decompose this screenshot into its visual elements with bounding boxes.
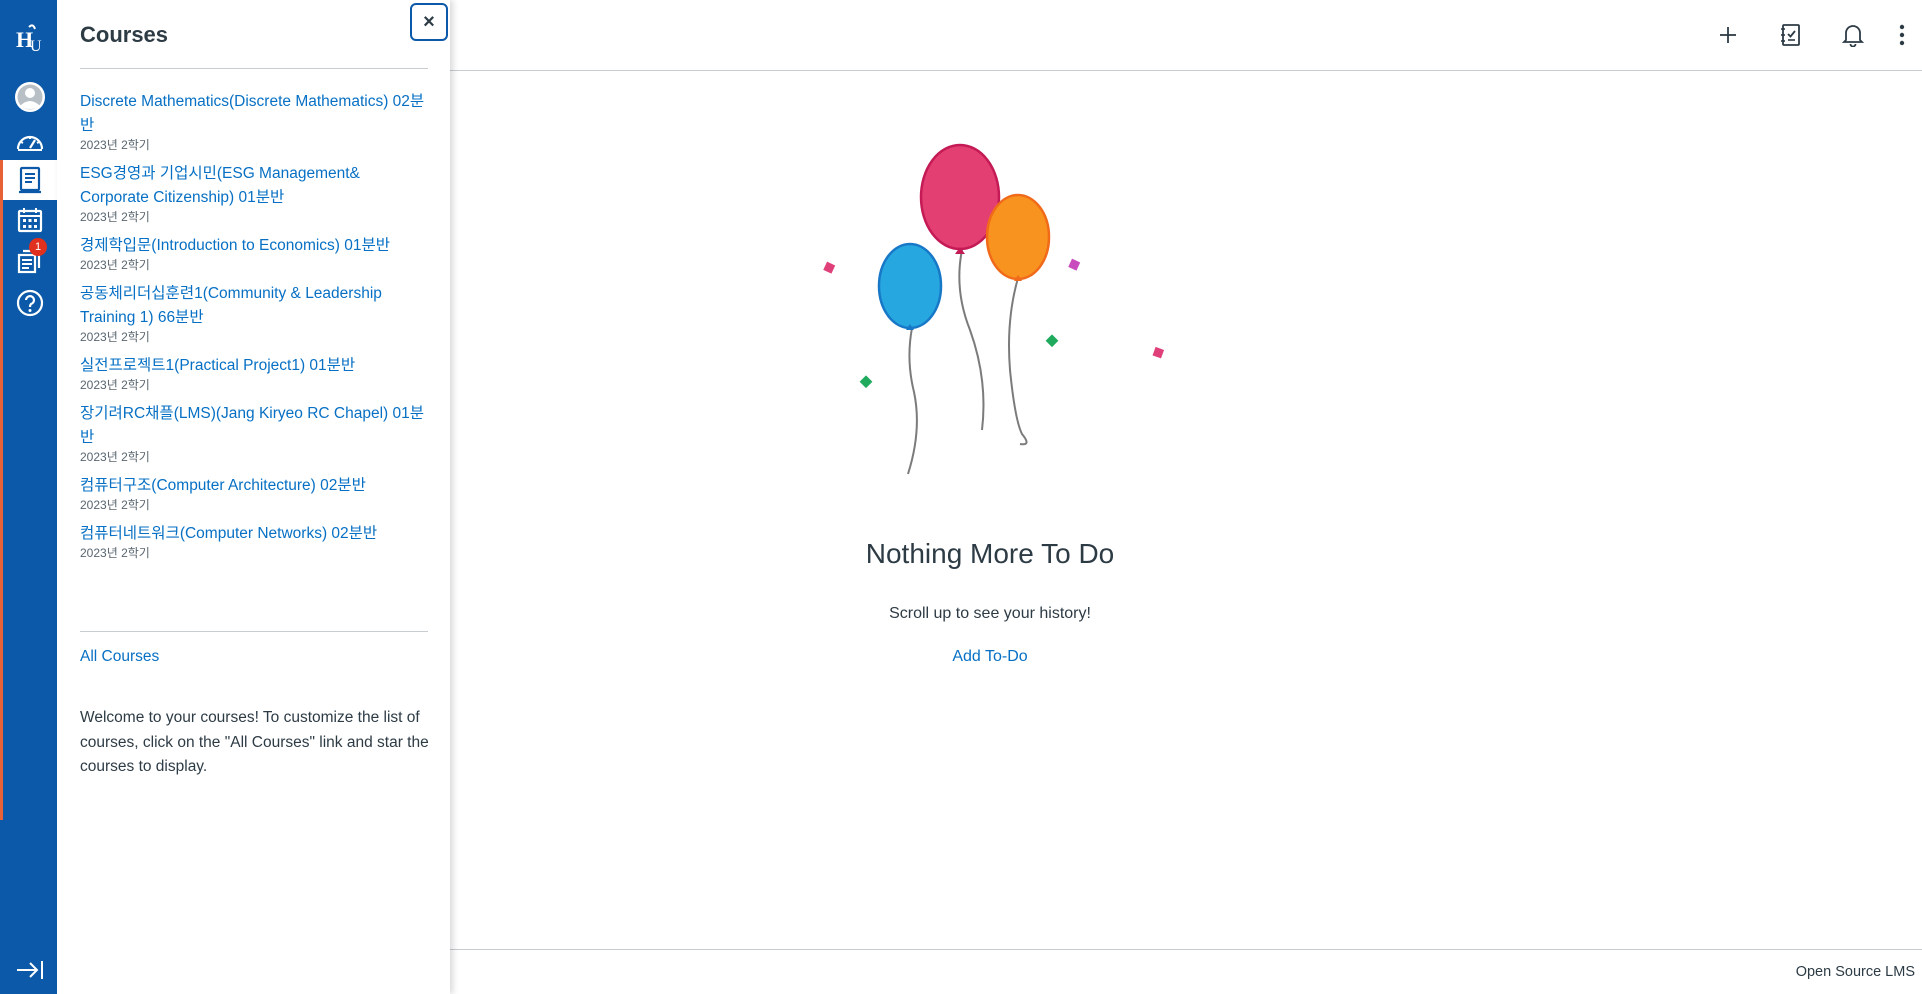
nav-collapse[interactable] xyxy=(3,955,57,985)
course-link[interactable]: 컴퓨터구조(Computer Architecture) 02분반 xyxy=(80,474,430,498)
course-item: 경제학입문(Introduction to Economics) 01분반 20… xyxy=(80,234,430,272)
empty-state-subtitle: Scroll up to see your history! xyxy=(889,605,1091,622)
tray-title: Courses xyxy=(80,22,169,47)
course-item: 공동체리더십훈련1(Community & Leadership Trainin… xyxy=(80,282,430,344)
footer: Open Source LMS xyxy=(450,949,1922,994)
more-options-button[interactable] xyxy=(1883,16,1921,54)
empty-state-title: Nothing More To Do xyxy=(865,538,1115,569)
course-link[interactable]: 공동체리더십훈련1(Community & Leadership Trainin… xyxy=(80,282,430,330)
course-link[interactable]: 장기려RC채플(LMS)(Jang Kiryeo RC Chapel) 01분반 xyxy=(80,402,430,450)
welcome-text: Welcome to your courses! To customize th… xyxy=(80,709,429,775)
course-term: 2023년 2학기 xyxy=(80,450,150,464)
course-term: 2023년 2학기 xyxy=(80,498,150,512)
course-item: 장기려RC채플(LMS)(Jang Kiryeo RC Chapel) 01분반… xyxy=(80,402,430,464)
course-item: 컴퓨터네트워크(Computer Networks) 02분반 2023년 2학… xyxy=(80,522,430,560)
close-button[interactable]: × xyxy=(410,3,448,41)
logo[interactable]: H U xyxy=(3,14,57,62)
dashboard-icon xyxy=(16,135,44,151)
add-todo-link[interactable]: Add To-Do xyxy=(952,648,1027,665)
add-todo-row: Add To-Do xyxy=(450,648,1530,666)
course-term: 2023년 2학기 xyxy=(80,546,150,560)
global-nav: H U 1 xyxy=(0,0,57,994)
course-link[interactable]: Discrete Mathematics(Discrete Mathematic… xyxy=(80,90,430,138)
course-link[interactable]: 컴퓨터네트워크(Computer Networks) 02분반 xyxy=(80,522,430,546)
gradebook-icon xyxy=(1781,24,1800,46)
plus-icon xyxy=(1720,27,1736,43)
nav-calendar[interactable] xyxy=(3,200,57,240)
bell-icon xyxy=(1842,25,1864,47)
course-item: ESG경영과 기업시민(ESG Management& Corporate Ci… xyxy=(80,162,430,224)
tray-divider xyxy=(80,68,428,69)
close-icon: × xyxy=(423,10,435,33)
nav-inbox[interactable]: 1 xyxy=(3,238,57,282)
course-term: 2023년 2학기 xyxy=(80,378,150,392)
course-link[interactable]: 경제학입문(Introduction to Economics) 01분반 xyxy=(80,234,430,258)
nav-dashboard[interactable] xyxy=(3,122,57,160)
help-icon xyxy=(16,289,44,317)
course-term: 2023년 2학기 xyxy=(80,258,150,272)
course-link[interactable]: 실전프로젝트1(Practical Project1) 01분반 xyxy=(80,354,430,378)
course-term: 2023년 2학기 xyxy=(80,330,150,344)
svg-text:U: U xyxy=(30,38,42,55)
courses-tray: Courses × Discrete Mathematics(Discrete … xyxy=(57,0,450,994)
notifications-button[interactable] xyxy=(1834,16,1872,54)
course-item: 실전프로젝트1(Practical Project1) 01분반 2023년 2… xyxy=(80,354,430,392)
hgu-logo-icon: H U xyxy=(16,24,42,55)
add-button[interactable] xyxy=(1709,16,1747,54)
balloons-illustration xyxy=(823,143,1165,475)
top-header xyxy=(450,0,1922,71)
course-item: Discrete Mathematics(Discrete Mathematic… xyxy=(80,90,430,152)
course-list: Discrete Mathematics(Discrete Mathematic… xyxy=(80,90,430,570)
notification-badge: 1 xyxy=(29,238,47,256)
tray-divider xyxy=(80,631,428,632)
all-courses-link[interactable]: All Courses xyxy=(80,648,159,666)
footer-text[interactable]: Open Source LMS xyxy=(1796,964,1915,980)
course-term: 2023년 2학기 xyxy=(80,210,150,224)
nav-account[interactable] xyxy=(3,76,57,118)
nav-courses[interactable] xyxy=(3,160,57,200)
collapse-arrow-icon xyxy=(17,961,43,979)
kebab-menu-icon xyxy=(1899,24,1905,46)
calendar-icon xyxy=(17,208,43,233)
course-term: 2023년 2학기 xyxy=(80,138,150,152)
course-link[interactable]: ESG경영과 기업시민(ESG Management& Corporate Ci… xyxy=(80,162,430,210)
grades-button[interactable] xyxy=(1772,16,1810,54)
nav-help[interactable] xyxy=(3,282,57,324)
avatar-icon xyxy=(15,82,45,112)
courses-icon xyxy=(19,166,41,194)
course-item: 컴퓨터구조(Computer Architecture) 02분반 2023년 … xyxy=(80,474,430,512)
